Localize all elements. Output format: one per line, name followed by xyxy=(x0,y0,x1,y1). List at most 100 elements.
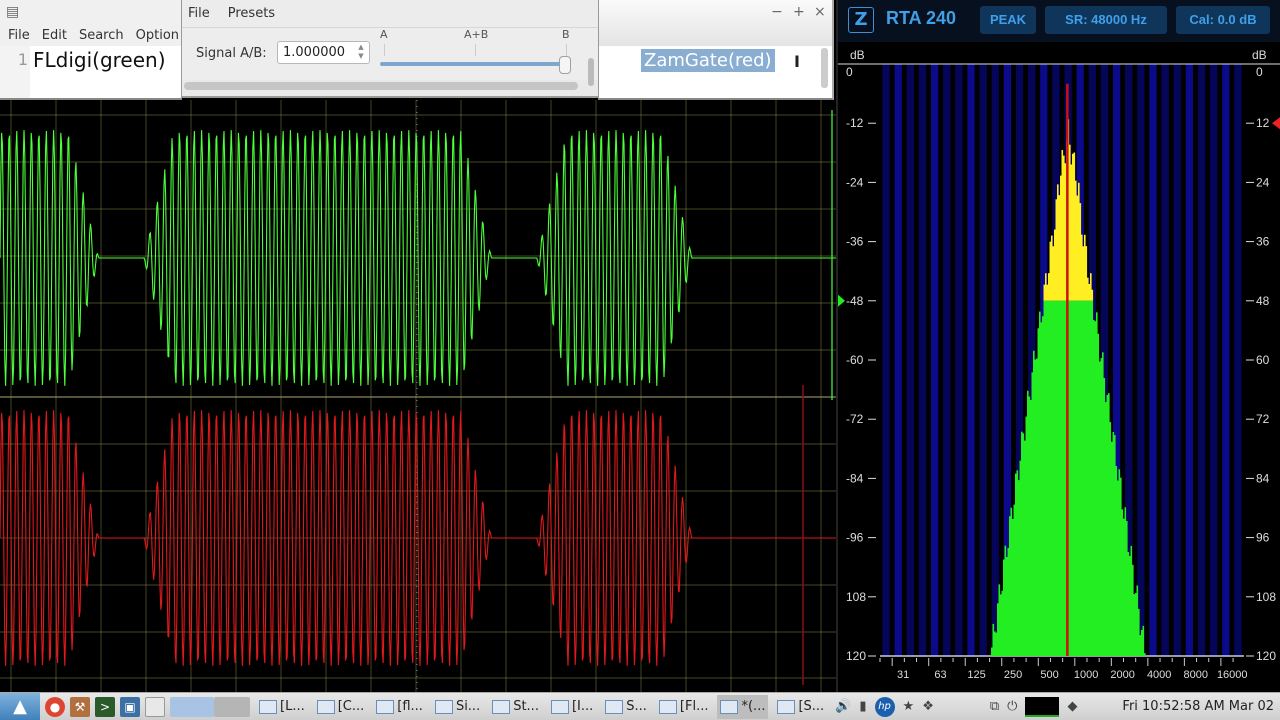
spectrum-bar-peak xyxy=(1049,241,1052,301)
spectrum-bar xyxy=(1061,300,1064,656)
signal-ab-spinbox[interactable]: 1.000000 ▲ ▼ xyxy=(277,41,370,64)
spectrum-bar-peak xyxy=(1076,195,1079,301)
close-button[interactable]: × xyxy=(814,4,826,20)
selected-text[interactable]: ZamGate(red) xyxy=(641,49,775,72)
vertical-scrollbar[interactable] xyxy=(588,58,594,86)
menu-options[interactable]: Option xyxy=(136,28,179,43)
spectrum-bar xyxy=(1127,552,1130,656)
spectrum-bar-peak xyxy=(1090,273,1092,301)
spectrum-bar-peak xyxy=(1057,184,1059,301)
titlebar[interactable]: − + × xyxy=(599,0,832,46)
rta-logo-icon: Z xyxy=(848,7,874,33)
spectrum-bar-peak xyxy=(1051,235,1053,301)
notepad-icon: ▤ xyxy=(6,4,20,20)
spectrum-bar xyxy=(1105,402,1107,656)
spin-arrows-icon[interactable]: ▲ ▼ xyxy=(356,43,366,62)
spectrum-bar-peak xyxy=(1087,277,1089,301)
spectrum-band xyxy=(1185,64,1194,656)
spectrum-bar xyxy=(1081,300,1083,656)
spectrum-bar xyxy=(1031,372,1034,656)
spectrum-bar xyxy=(1100,358,1103,656)
freq-tick-label: 31 xyxy=(897,669,909,681)
db-tick-label-right: 96 xyxy=(1256,531,1270,545)
taskbar-task[interactable]: [fl... xyxy=(373,695,426,719)
notepad-window-right: − + × ZamGate(red) I xyxy=(598,0,834,100)
hp-icon[interactable]: hp xyxy=(874,696,895,717)
network-icon[interactable]: ★ xyxy=(903,699,915,714)
taskbar-task[interactable]: Si... xyxy=(432,695,483,719)
spectrum-bar-peak xyxy=(1082,246,1085,301)
maximize-button[interactable]: + xyxy=(793,4,805,20)
vertical-scrollbar[interactable] xyxy=(821,48,828,88)
editor-line[interactable]: FLdigi(green) xyxy=(33,48,166,72)
calibration-button[interactable]: Cal: 0.0 dB xyxy=(1176,6,1270,34)
minimize-button[interactable]: − xyxy=(771,4,783,20)
spectrum-bar xyxy=(998,584,1001,656)
battery-icon[interactable]: ▮ xyxy=(859,699,866,714)
spectrum-bar xyxy=(1030,399,1032,656)
clock[interactable]: Fri 10:52:58 AM Mar 02 xyxy=(1122,699,1280,714)
text-editor[interactable]: ZamGate(red) I xyxy=(599,46,832,98)
spectrum-bar xyxy=(992,623,995,656)
menu-file[interactable]: File xyxy=(8,28,30,43)
tools-icon[interactable]: ⚒ xyxy=(70,696,90,717)
db-tick-label-left: -24 xyxy=(846,175,864,189)
taskbar-task[interactable]: [I... xyxy=(548,695,596,719)
rta-header: Z RTA 240 PEAK SR: 48000 Hz Cal: 0.0 dB xyxy=(838,0,1280,42)
db-tick-label-right: 108 xyxy=(1256,590,1276,604)
spectrum-bar xyxy=(1064,300,1067,656)
spectrum-bar xyxy=(995,632,998,656)
volume-icon[interactable]: 🔊 xyxy=(835,699,851,714)
taskbar-task-label: [S... xyxy=(798,699,825,714)
spectrum-bar xyxy=(1001,590,1004,656)
db-tick-label-left: -72 xyxy=(846,412,864,426)
spectrum-bar-peak xyxy=(1072,153,1074,301)
spectrum-bar-peak xyxy=(1078,182,1080,301)
spectrum-bar xyxy=(994,631,996,656)
workspace-icon[interactable]: ⧉ xyxy=(990,699,999,714)
red-app-icon xyxy=(316,699,335,714)
spectrum-bar xyxy=(1019,460,1022,656)
tick-mark xyxy=(566,44,567,56)
spectrum-bar xyxy=(1054,300,1056,656)
taskbar-task[interactable]: S... xyxy=(602,695,650,719)
spectrum-bar xyxy=(1097,333,1100,656)
chrome-icon[interactable]: ● xyxy=(45,696,65,717)
menu-search[interactable]: Search xyxy=(79,28,124,43)
file-manager-icon[interactable]: ▣ xyxy=(120,696,140,717)
window-icon[interactable] xyxy=(145,696,165,717)
taskbar-task[interactable]: *(... xyxy=(717,694,769,719)
power-icon[interactable]: ⏻ xyxy=(1007,699,1017,714)
titlebar[interactable]: ▤ xyxy=(0,0,181,24)
taskbar-task-label: St... xyxy=(513,699,539,714)
taskbar-task[interactable]: St... xyxy=(489,695,542,719)
desktop-pager[interactable] xyxy=(170,696,214,717)
start-menu-button[interactable]: ▲ xyxy=(0,692,40,720)
text-editor[interactable]: 1 FLdigi(green) xyxy=(0,46,181,98)
slider-handle[interactable] xyxy=(559,56,571,74)
horizontal-scrollbar[interactable] xyxy=(184,82,578,90)
menu-edit[interactable]: Edit xyxy=(42,28,67,43)
terminal-icon[interactable]: > xyxy=(95,696,115,717)
spectrum-bar xyxy=(1010,507,1013,656)
taskbar-task[interactable]: [S... xyxy=(774,695,827,719)
spectrum-band xyxy=(1222,64,1230,656)
signal-ab-slider[interactable] xyxy=(380,62,568,66)
menu-presets[interactable]: Presets xyxy=(228,6,275,21)
taskbar-task-label: [I... xyxy=(571,699,594,714)
freq-tick-label: 2000 xyxy=(1110,669,1134,681)
mode-button[interactable]: PEAK xyxy=(980,6,1036,34)
taskbar-task-label: [fl... xyxy=(397,699,423,714)
sample-rate-button[interactable]: SR: 48000 Hz xyxy=(1045,6,1167,34)
taskbar-task[interactable]: [Fl... xyxy=(656,695,712,719)
taskbar-task[interactable]: [C... xyxy=(314,695,368,719)
dropbox-icon[interactable]: ❖ xyxy=(922,699,934,714)
desktop-pager-2[interactable] xyxy=(214,696,250,717)
spectrum-bar-peak xyxy=(1073,152,1076,301)
taskbar-task[interactable]: [L... xyxy=(256,695,308,719)
drive-icon[interactable]: ◆ xyxy=(1067,699,1077,714)
taskbar: ▲ ● ⚒ > ▣ [L... [C... [fl... Si... St... [I..… xyxy=(0,692,1280,720)
menu-file[interactable]: File xyxy=(188,6,210,21)
spectrum-bar-peak xyxy=(1048,273,1050,301)
spectrum-bar xyxy=(1040,322,1043,656)
